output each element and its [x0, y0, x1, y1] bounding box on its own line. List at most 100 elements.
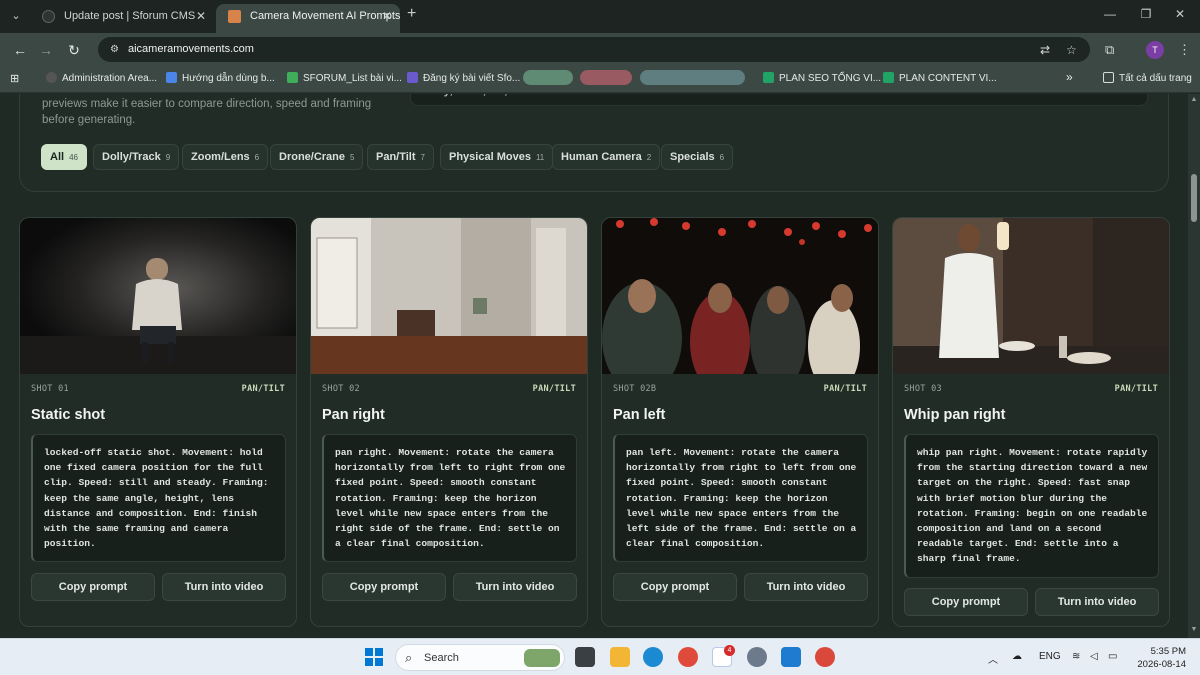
prompt-text: pan left. Movement: rotate the camera ho…: [613, 434, 868, 563]
maximize-button[interactable]: ❐: [1136, 7, 1156, 21]
all-bookmarks-folder[interactable]: Tất cả dấu trang: [1103, 72, 1192, 84]
minimize-button[interactable]: —: [1100, 7, 1120, 21]
more-bookmarks-icon[interactable]: »: [1066, 70, 1073, 84]
filter-chip-drone-crane[interactable]: Drone/Crane 5: [270, 144, 364, 170]
copy-prompt-button[interactable]: Copy prompt: [613, 573, 737, 601]
page-scrollbar[interactable]: ▲ ▼: [1188, 94, 1200, 638]
shot-card: SHOT 03 PAN/TILT Whip pan right whip pan…: [892, 217, 1170, 627]
shot-number: SHOT 01: [31, 384, 69, 394]
search-box[interactable]: [410, 94, 1148, 106]
bookmark-item[interactable]: Hướng dẫn dùng b...: [166, 72, 275, 84]
chrome-profile-icon[interactable]: [815, 647, 835, 667]
scrollbar-thumb[interactable]: [1191, 174, 1197, 222]
intro-text: previews make it easier to compare direc…: [42, 98, 372, 126]
bookmark-star-icon[interactable]: ☆: [1066, 43, 1077, 57]
search-icon: ⌕: [405, 650, 413, 665]
profile-avatar[interactable]: T: [1146, 41, 1164, 59]
close-window-button[interactable]: ✕: [1170, 7, 1190, 21]
site-info-icon[interactable]: ⚙: [108, 43, 121, 56]
tray-chevron-icon[interactable]: ︿: [988, 651, 998, 666]
tab-sforum-cms[interactable]: Update post | Sforum CMS ✕: [30, 4, 214, 29]
search-input[interactable]: [421, 94, 1121, 100]
bookmark-item[interactable]: Đăng ký bài viết Sfo...: [407, 72, 520, 84]
turn-into-video-button[interactable]: Turn into video: [162, 573, 286, 601]
volume-icon[interactable]: ◁: [1090, 651, 1098, 662]
app-icon[interactable]: [781, 647, 801, 667]
filter-chip-physical-moves[interactable]: Physical Moves 11: [440, 144, 554, 170]
prompt-text: locked-off static shot. Movement: hold o…: [31, 434, 286, 563]
filter-chip-zoom-lens[interactable]: Zoom/Lens 6: [182, 144, 269, 170]
preview-image-night-crowd[interactable]: [602, 218, 878, 374]
filter-chip-pan-tilt[interactable]: Pan/Tilt 7: [367, 144, 434, 170]
prompt-text: pan right. Movement: rotate the camera h…: [322, 434, 577, 563]
wifi-icon[interactable]: ≋: [1072, 651, 1080, 662]
preview-image-chef[interactable]: [893, 218, 1169, 374]
shot-title: Pan left: [613, 407, 666, 423]
settings-gear-icon[interactable]: [747, 647, 767, 667]
sheet-icon: [287, 72, 298, 83]
close-tab-icon[interactable]: ✕: [196, 4, 206, 29]
shot-category: PAN/TILT: [532, 384, 576, 394]
turn-into-video-button[interactable]: Turn into video: [744, 573, 868, 601]
page-viewport: previews make it easier to compare direc…: [0, 94, 1188, 638]
back-icon[interactable]: ←: [10, 40, 30, 60]
blurred-bookmark[interactable]: [640, 70, 745, 85]
copy-prompt-button[interactable]: Copy prompt: [31, 573, 155, 601]
extensions-icon[interactable]: ⧉: [1105, 42, 1114, 58]
scroll-down-icon[interactable]: ▼: [1190, 626, 1198, 633]
reload-icon[interactable]: ↻: [64, 40, 84, 60]
filter-chip-specials[interactable]: Specials 6: [661, 144, 734, 170]
browser-toolbar: ← → ↻ ⚙ aicameramovements.com ⇄ ☆ ⧉ T ⋮: [0, 33, 1200, 66]
address-bar[interactable]: ⚙ aicameramovements.com ⇄ ☆: [98, 37, 1090, 62]
tab-search-dropdown[interactable]: ⌄: [8, 8, 24, 24]
onedrive-icon[interactable]: ☁: [1012, 651, 1022, 662]
zalo-icon[interactable]: 4: [712, 645, 735, 667]
shot-card: SHOT 02B PAN/TILT Pan left pan left. Mov…: [601, 217, 879, 627]
notification-badge: 4: [724, 645, 735, 656]
copy-prompt-button[interactable]: Copy prompt: [322, 573, 446, 601]
clock-time: 5:35 PM: [1150, 646, 1186, 657]
bookmark-item[interactable]: PLAN SEO TỔNG VI...: [763, 72, 881, 84]
url-text[interactable]: aicameramovements.com: [128, 43, 254, 55]
menu-icon[interactable]: ⋮: [1178, 42, 1191, 58]
scroll-up-icon[interactable]: ▲: [1190, 96, 1198, 103]
task-view-icon[interactable]: [575, 647, 595, 667]
bookmark-item[interactable]: SFORUM_List bài vi...: [287, 72, 402, 84]
copy-prompt-button[interactable]: Copy prompt: [904, 588, 1028, 616]
chrome-icon[interactable]: [678, 647, 698, 667]
preview-image-apartment[interactable]: [311, 218, 587, 374]
edge-icon[interactable]: [643, 647, 663, 667]
sheet-icon: [763, 72, 774, 83]
shot-category: PAN/TILT: [241, 384, 285, 394]
start-windows-icon[interactable]: [365, 648, 384, 667]
apps-grid-icon[interactable]: ⊞: [10, 72, 19, 85]
translate-icon[interactable]: ⇄: [1040, 43, 1050, 57]
tab-camera-movement[interactable]: Camera Movement AI Prompts ✕: [216, 4, 400, 33]
close-tab-icon[interactable]: ✕: [382, 4, 392, 29]
filter-chip-all[interactable]: All 46: [41, 144, 87, 170]
filter-chip-human-camera[interactable]: Human Camera 2: [552, 144, 661, 170]
sheet-icon: [883, 72, 894, 83]
preview-image-man-seated[interactable]: [20, 218, 296, 374]
taskbar-search-label: Search: [424, 652, 459, 664]
taskbar-search[interactable]: ⌕ Search: [395, 644, 565, 671]
filter-chip-dolly-track[interactable]: Dolly/Track 9: [93, 144, 180, 170]
system-clock[interactable]: 5:35 PM 2026-08-14: [1136, 645, 1186, 671]
forward-icon[interactable]: →: [36, 40, 56, 60]
turn-into-video-button[interactable]: Turn into video: [1035, 588, 1159, 616]
tab-title: Camera Movement AI Prompts: [250, 10, 400, 22]
language-indicator[interactable]: ENG: [1039, 651, 1061, 662]
blurred-bookmark[interactable]: [523, 70, 573, 85]
battery-icon[interactable]: ▭: [1108, 651, 1117, 662]
bookmark-item[interactable]: Administration Area...: [46, 72, 157, 84]
search-highlight-image: [524, 649, 560, 667]
bookmark-item[interactable]: PLAN CONTENT VI...: [883, 72, 997, 84]
preview-illustration: [20, 218, 296, 374]
preview-illustration: [311, 218, 587, 374]
turn-into-video-button[interactable]: Turn into video: [453, 573, 577, 601]
preview-illustration: [602, 218, 878, 374]
shot-title: Static shot: [31, 407, 106, 423]
file-explorer-icon[interactable]: [610, 647, 630, 667]
blurred-bookmark[interactable]: [580, 70, 632, 85]
new-tab-button[interactable]: +: [407, 5, 416, 23]
